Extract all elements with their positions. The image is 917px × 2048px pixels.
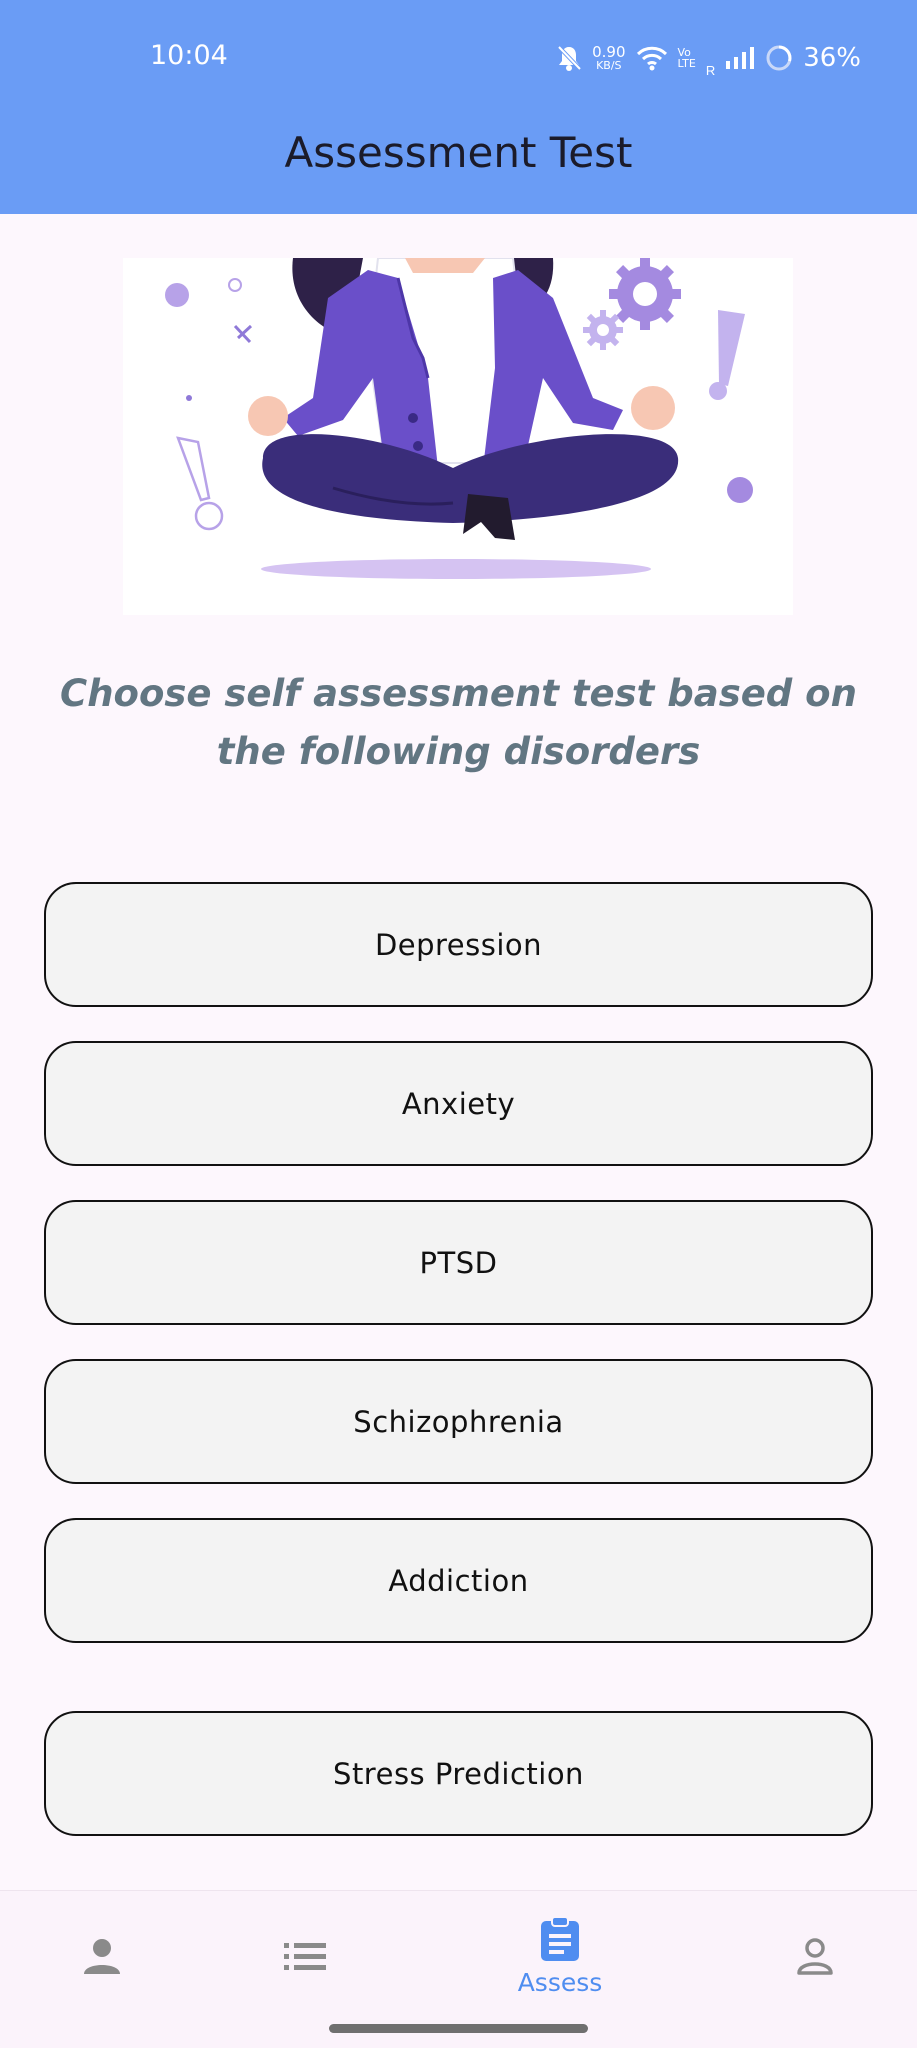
account-icon [797,1938,833,1975]
page-title: Assessment Test [284,128,633,177]
wifi-icon [636,46,667,71]
status-icons: 0.90 KB/S Vo LTE R 36% [556,38,861,78]
app-bar: 10:04 0.90 KB/S Vo LTE R 36% Assessment … [0,0,917,214]
home-indicator[interactable] [329,2024,588,2033]
addiction-button[interactable]: Addiction [44,1518,873,1643]
signal-icon [726,47,755,69]
roaming-indicator: R [705,63,716,78]
schizophrenia-button[interactable]: Schizophrenia [44,1359,873,1484]
assessment-prompt: Choose self assessment test based on the… [60,672,857,773]
network-speed: 0.90 KB/S [592,43,626,72]
status-time: 10:04 [150,40,228,71]
battery-percent: 36% [803,43,861,73]
clipboard-icon [541,1915,579,1961]
nav-list[interactable] [215,1891,395,2021]
nav-profile[interactable] [12,1891,192,2021]
depression-button[interactable]: Depression [44,882,873,1007]
person-icon [84,1939,120,1974]
meditating-woman-image [165,258,753,579]
nav-account[interactable] [725,1891,905,2021]
bell-muted-icon [557,45,582,71]
stress-prediction-button[interactable]: Stress Prediction [44,1711,873,1836]
ptsd-button[interactable]: PTSD [44,1200,873,1325]
nav-assess-label: Assess [517,1967,603,1997]
meditation-illustration [123,258,793,615]
anxiety-button[interactable]: Anxiety [44,1041,873,1166]
volte-indicator: Vo LTE [677,46,696,70]
nav-assess[interactable]: Assess [470,1891,650,2021]
list-icon [284,1943,326,1970]
battery-icon [766,45,792,71]
